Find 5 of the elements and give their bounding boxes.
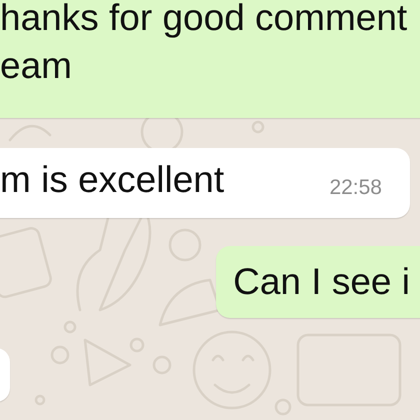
message-text: eam: [0, 44, 73, 88]
message-text: m is excellent: [0, 158, 224, 202]
message-time: 22:58: [329, 176, 382, 200]
message-text: Can I see i: [233, 260, 410, 304]
message-text: hanks for good comment: [0, 0, 408, 40]
